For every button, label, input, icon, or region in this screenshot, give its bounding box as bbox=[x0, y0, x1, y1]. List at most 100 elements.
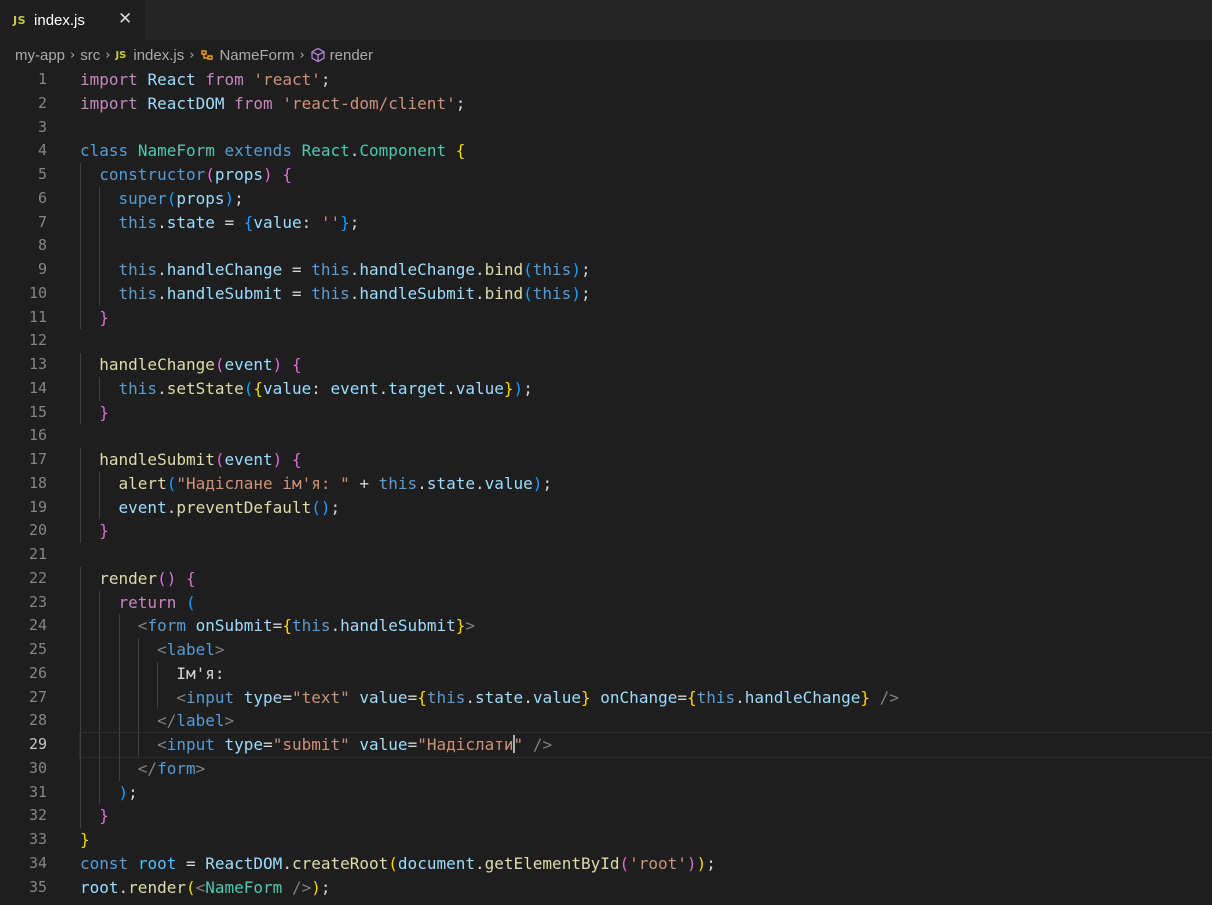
code-token: < bbox=[157, 640, 167, 659]
breadcrumb-folder-src[interactable]: src bbox=[80, 47, 100, 64]
code-line[interactable]: 15 } bbox=[0, 400, 1212, 425]
code-token: type bbox=[224, 735, 264, 754]
code-line[interactable]: 26 Ім'я: bbox=[0, 661, 1212, 686]
code-line[interactable]: 2 import ReactDOM from 'react-dom/client'… bbox=[0, 92, 1212, 116]
indent-guide bbox=[80, 258, 81, 282]
code-token: this bbox=[696, 687, 736, 707]
code-token: ( bbox=[388, 853, 398, 873]
code-line[interactable]: 35 root.render(<NameForm />); bbox=[0, 876, 1212, 900]
indent-guide bbox=[137, 709, 139, 733]
code-token: = bbox=[282, 283, 312, 303]
code-line[interactable]: 33} bbox=[0, 828, 1212, 852]
code-token: handleChange bbox=[99, 355, 215, 374]
indent-guide bbox=[118, 709, 120, 733]
code-token: = bbox=[214, 212, 244, 232]
chevron-right-icon: › bbox=[70, 47, 76, 63]
code-line[interactable]: 17 handleSubmit(event) { bbox=[0, 448, 1212, 472]
indent-guide bbox=[99, 638, 101, 662]
class-symbol-icon bbox=[199, 47, 215, 63]
code-line[interactable]: 8 bbox=[0, 234, 1212, 258]
code-text: <label> bbox=[80, 638, 1212, 662]
code-line[interactable]: 20 } bbox=[0, 519, 1212, 543]
code-token: > bbox=[214, 640, 225, 659]
code-line[interactable]: 4 class NameForm extends React.Component … bbox=[0, 139, 1212, 163]
code-line[interactable]: 18 alert("Надіслане ім'я: " + this.state… bbox=[0, 471, 1212, 496]
code-token: document bbox=[397, 853, 475, 873]
code-token: onChange bbox=[600, 687, 678, 707]
breadcrumb-symbol-nameform[interactable]: NameForm bbox=[199, 47, 294, 64]
code-editor[interactable]: 1 import React from 'react'; 2 import React… bbox=[0, 68, 1212, 905]
code-token: bind bbox=[484, 260, 524, 279]
code-token: ) bbox=[166, 568, 177, 588]
code-text: this.setState({value: event.target.value… bbox=[80, 376, 1212, 401]
code-token: . bbox=[118, 877, 129, 897]
code-token: "text" bbox=[291, 687, 350, 707]
code-token: root bbox=[80, 877, 119, 897]
breadcrumb-file-index-js[interactable]: JS index.js bbox=[115, 47, 184, 64]
code-token: render bbox=[99, 568, 158, 588]
line-number: 35 bbox=[28, 877, 47, 896]
code-token: class bbox=[80, 141, 129, 161]
code-line[interactable]: 28 </label> bbox=[0, 709, 1212, 733]
code-token: React bbox=[301, 141, 350, 161]
code-line[interactable]: 27 <input type="text" value={this.state.… bbox=[0, 685, 1212, 710]
code-line[interactable]: 32 } bbox=[0, 804, 1212, 828]
code-line[interactable]: 29 <input type="submit" value="Надіслати… bbox=[0, 732, 1212, 758]
indent-guide bbox=[80, 163, 81, 187]
code-line[interactable]: 10 this.handleSubmit = this.handleSubmit… bbox=[0, 281, 1212, 306]
code-line[interactable]: 3 bbox=[0, 116, 1212, 140]
code-line[interactable]: 7 this.state = {value: ''}; bbox=[0, 210, 1212, 235]
code-line[interactable]: 30 </form> bbox=[0, 756, 1212, 781]
line-number: 4 bbox=[37, 141, 47, 160]
code-token: this bbox=[378, 473, 418, 493]
code-token: . bbox=[735, 687, 745, 707]
code-line[interactable]: 6 super(props); bbox=[0, 186, 1212, 211]
line-number: 7 bbox=[37, 212, 47, 231]
code-token: state bbox=[475, 687, 524, 707]
code-line[interactable]: 13 handleChange(event) { bbox=[0, 353, 1212, 377]
code-token: ( bbox=[157, 568, 167, 588]
code-token: /> bbox=[879, 687, 899, 707]
chevron-right-icon: › bbox=[299, 47, 305, 63]
code-token: ; bbox=[234, 188, 244, 208]
indent-guide bbox=[99, 210, 101, 235]
code-line[interactable]: 22 render() { bbox=[0, 566, 1212, 591]
code-token: { bbox=[291, 450, 302, 469]
code-line[interactable]: 1 import React from 'react'; bbox=[0, 68, 1212, 92]
indent-guide bbox=[80, 234, 81, 258]
code-token: ( bbox=[185, 592, 196, 612]
code-line[interactable]: 5 constructor(props) { bbox=[0, 163, 1212, 187]
code-line[interactable]: 21 bbox=[0, 543, 1212, 567]
tab-index-js[interactable]: JS index.js ✕ bbox=[0, 0, 145, 40]
code-line[interactable]: 23 return ( bbox=[0, 590, 1212, 615]
code-line[interactable]: 16 bbox=[0, 424, 1212, 448]
code-text: </label> bbox=[80, 709, 1212, 733]
indent-guide bbox=[80, 590, 81, 615]
code-line[interactable]: 19 event.preventDefault(); bbox=[0, 495, 1212, 520]
indent-guide bbox=[99, 258, 101, 282]
code-token: root bbox=[137, 853, 177, 873]
code-line[interactable]: 12 bbox=[0, 329, 1212, 353]
code-line[interactable]: 24 <form onSubmit={this.handleSubmit}> bbox=[0, 614, 1212, 638]
code-line[interactable]: 14 this.setState({value: event.target.va… bbox=[0, 376, 1212, 401]
code-token: . bbox=[465, 687, 476, 707]
code-text: render() { bbox=[80, 566, 1212, 591]
code-token: } bbox=[99, 521, 109, 541]
code-line[interactable]: 25 <label> bbox=[0, 638, 1212, 662]
code-line[interactable]: 31 ); bbox=[0, 780, 1212, 805]
code-token: 'react-dom/client' bbox=[282, 93, 456, 113]
breadcrumb-symbol-render[interactable]: render bbox=[310, 47, 373, 64]
close-icon[interactable]: ✕ bbox=[118, 9, 132, 29]
code-line[interactable]: 9 this.handleChange = this.handleChange.… bbox=[0, 258, 1212, 282]
code-line[interactable]: 34 const root = ReactDOM.createRoot(docum… bbox=[0, 852, 1212, 876]
breadcrumb-folder-my-app[interactable]: my-app bbox=[15, 47, 65, 64]
code-token: this bbox=[118, 260, 158, 279]
code-line[interactable]: 11 } bbox=[0, 305, 1212, 330]
indent-guide bbox=[80, 353, 81, 377]
